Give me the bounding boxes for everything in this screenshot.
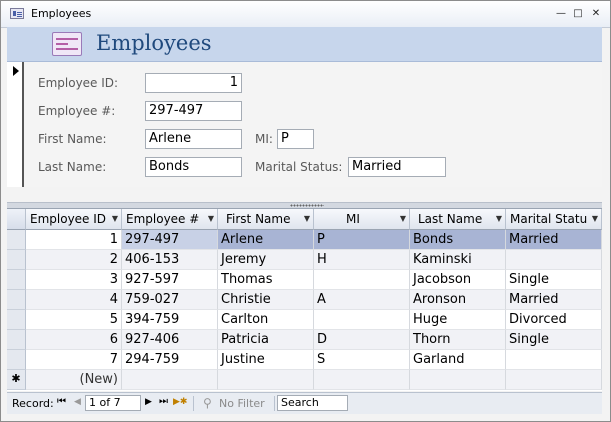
column-header-first-name[interactable]: First Name ▼ <box>218 209 314 230</box>
split-form-splitter[interactable] <box>7 202 602 209</box>
nav-separator <box>274 396 275 411</box>
nav-separator <box>193 396 194 411</box>
title-bar: Employees — □ ✕ <box>1 1 610 28</box>
marital-status-label: Marital Status: <box>255 160 343 174</box>
row-selector[interactable] <box>7 350 26 370</box>
column-header-last-name[interactable]: Last Name ▼ <box>410 209 506 230</box>
column-header-marital-status[interactable]: Marital Statu ▼ <box>506 209 602 230</box>
new-record-label[interactable]: (New) <box>26 370 122 390</box>
first-name-field[interactable]: Arlene <box>145 129 242 149</box>
employee-id-field[interactable]: 1 <box>145 73 242 93</box>
filter-icon: ⚲ <box>203 396 212 410</box>
record-navigation-bar: Record: ⏮ ◀ 1 of 7 ▶ ⏭ ▶✱ ⚲ No Filter Se… <box>7 392 602 414</box>
next-record-icon[interactable]: ▶ <box>145 397 152 407</box>
previous-record-icon[interactable]: ◀ <box>74 397 81 407</box>
minimize-button[interactable]: — <box>554 7 568 20</box>
row-selector[interactable] <box>7 330 26 350</box>
form-window-icon <box>10 8 24 19</box>
chevron-down-icon: ▼ <box>591 214 598 223</box>
table-row[interactable]: 3 927-597 Thomas Jacobson Single <box>7 270 602 290</box>
record-selector[interactable] <box>7 62 24 187</box>
close-button[interactable]: ✕ <box>589 7 603 20</box>
current-record-arrow-icon <box>13 66 19 76</box>
last-name-field[interactable]: Bonds <box>145 157 242 177</box>
mi-field[interactable]: P <box>277 129 314 149</box>
row-selector[interactable] <box>7 230 26 250</box>
first-record-icon[interactable]: ⏮ <box>57 396 66 407</box>
employee-num-label: Employee #: <box>38 104 116 118</box>
datasheet: Employee ID ▼ Employee # ▼ First Name ▼ MI ▼… <box>7 209 602 391</box>
splitter-grip-icon <box>290 204 324 207</box>
current-record-box[interactable]: 1 of 7 <box>85 395 141 411</box>
search-box[interactable]: Search <box>277 395 348 411</box>
row-selector[interactable] <box>7 310 26 330</box>
chevron-down-icon: ▼ <box>495 214 502 223</box>
table-row[interactable]: 7 294-759 Justine S Garland <box>7 350 602 370</box>
form-icon <box>52 32 82 56</box>
chevron-down-icon: ▼ <box>303 214 310 223</box>
employee-id-label: Employee ID: <box>38 76 119 90</box>
employee-num-field[interactable]: 297-497 <box>145 101 242 121</box>
filter-status-button[interactable]: No Filter <box>219 397 265 410</box>
table-row[interactable]: 6 927-406 Patricia D Thorn Single <box>7 330 602 350</box>
new-record-row[interactable]: ✱ (New) <box>7 370 602 390</box>
form-header: Employees <box>7 27 602 62</box>
form-title: Employees <box>96 31 212 55</box>
new-record-icon: ✱ <box>7 370 26 390</box>
chevron-down-icon: ▼ <box>111 214 118 223</box>
new-record-button[interactable]: ▶✱ <box>173 397 187 407</box>
marital-status-field[interactable]: Married <box>348 157 446 177</box>
table-row[interactable]: 4 759-027 Christie A Aronson Married <box>7 290 602 310</box>
first-name-label: First Name: <box>38 132 107 146</box>
select-all-corner[interactable] <box>7 209 26 230</box>
table-row[interactable]: 1 297-497 Arlene P Bonds Married <box>7 230 602 250</box>
column-header-employee-id[interactable]: Employee ID ▼ <box>26 209 122 230</box>
maximize-button[interactable]: □ <box>571 7 585 20</box>
column-header-mi[interactable]: MI ▼ <box>314 209 410 230</box>
table-row[interactable]: 2 406-153 Jeremy H Kaminski <box>7 250 602 270</box>
column-header-employee-num[interactable]: Employee # ▼ <box>122 209 218 230</box>
chevron-down-icon: ▼ <box>207 214 214 223</box>
table-row[interactable]: 5 394-759 Carlton Huge Divorced <box>7 310 602 330</box>
window-title: Employees <box>31 7 92 20</box>
last-record-icon[interactable]: ⏭ <box>159 396 168 407</box>
last-name-label: Last Name: <box>38 160 107 174</box>
row-selector[interactable] <box>7 270 26 290</box>
row-selector[interactable] <box>7 250 26 270</box>
record-label: Record: <box>12 397 54 410</box>
chevron-down-icon: ▼ <box>399 214 406 223</box>
mi-label: MI: <box>255 132 273 146</box>
row-selector[interactable] <box>7 290 26 310</box>
